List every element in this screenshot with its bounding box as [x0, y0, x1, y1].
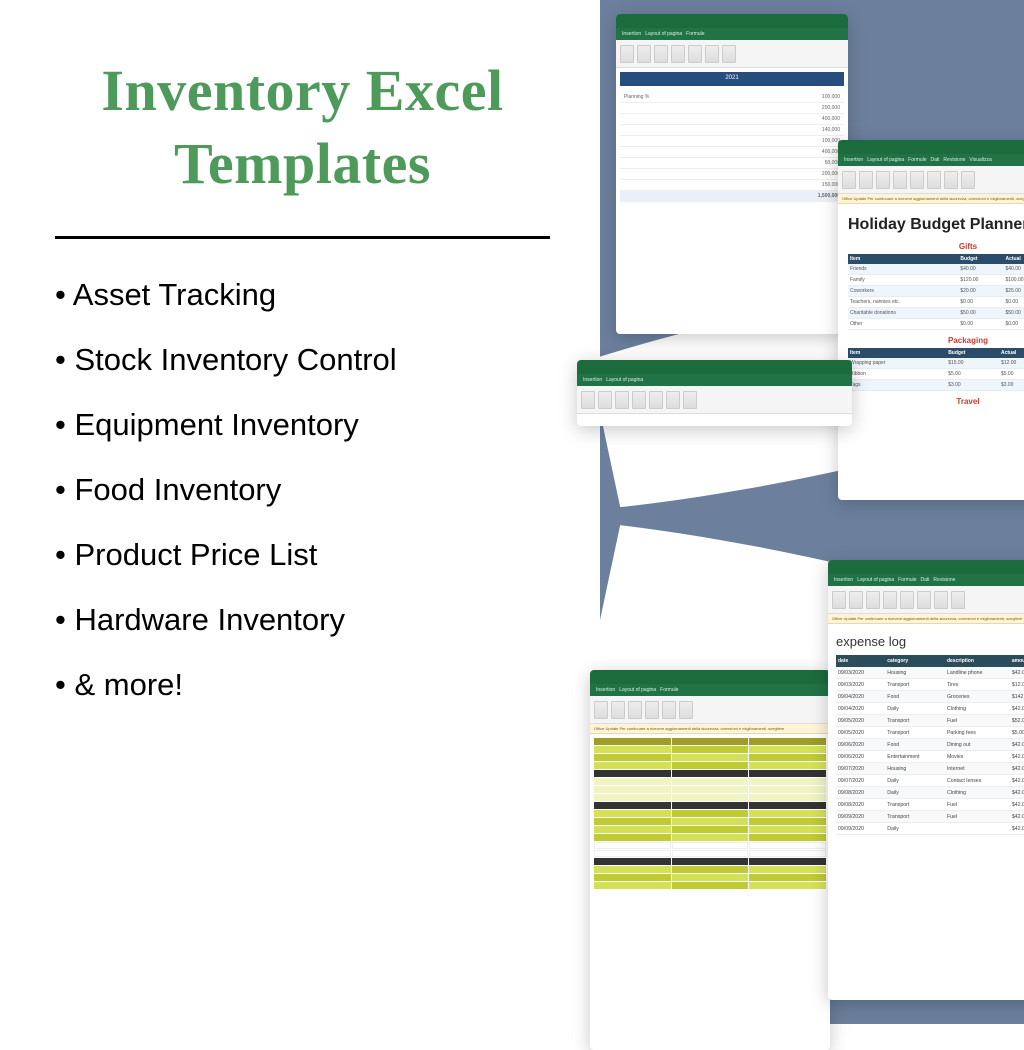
office-update-bar: Office Update Per continuare a ricevere …: [838, 194, 1024, 204]
text-panel: Inventory Excel Templates Asset Tracking…: [0, 0, 600, 1024]
page-title: Inventory Excel Templates: [55, 55, 550, 200]
packaging-label: Packaging: [848, 336, 1024, 345]
ribbon-tab: Layout of pagina: [606, 377, 643, 383]
ribbon-tab: Revisione: [943, 157, 965, 163]
office-update-bar: Office Update Per continuare a ricevere …: [590, 724, 830, 734]
excel-mock-holiday-budget: Insertion Layout of pagina Formule Dati …: [838, 140, 1024, 500]
ribbon-tab: Revisione: [933, 577, 955, 583]
holiday-budget-title: Holiday Budget Planner: [848, 216, 1024, 234]
ribbon-tab: Insertion: [622, 31, 641, 37]
feature-bullet-list: Asset Tracking Stock Inventory Control E…: [55, 279, 550, 700]
ribbon-tab: Visualizza: [969, 157, 991, 163]
packaging-table: ItemBudgetActualDiff Wrapping paper$15.0…: [848, 348, 1024, 391]
bullet-item: Product Price List: [55, 539, 550, 570]
bullet-item: Stock Inventory Control: [55, 344, 550, 375]
title-divider: [55, 236, 550, 239]
ribbon-tab: Layout of pagina: [857, 577, 894, 583]
ribbon-tab: Insertion: [596, 687, 615, 693]
ribbon-tab: Insertion: [844, 157, 863, 163]
win1-year: 2021: [620, 72, 844, 86]
bullet-item: Equipment Inventory: [55, 409, 550, 440]
ribbon-tab: Insertion: [834, 577, 853, 583]
ribbon-tab: Dati: [921, 577, 930, 583]
expense-log-title: expense log: [836, 634, 1024, 649]
ribbon-tab: Formule: [898, 577, 916, 583]
ribbon-tab: Formule: [686, 31, 704, 37]
ribbon-tab: Layout of pagina: [619, 687, 656, 693]
ribbon-tab: Formule: [660, 687, 678, 693]
ribbon-tab: Formule: [908, 157, 926, 163]
gifts-table: ItemBudgetActualDiff Friends$40.00$40.00…: [848, 254, 1024, 330]
ribbon-tab: Layout of pagina: [867, 157, 904, 163]
bullet-item: & more!: [55, 669, 550, 700]
ribbon-tab: Layout of pagina: [645, 31, 682, 37]
excel-mock-budget-spreadsheet: Insertion Layout of pagina Formule Offic…: [590, 670, 830, 1050]
title-line-2: Templates: [174, 131, 431, 196]
excel-mock-expense-log: Insertion Layout of pagina Formule Dati …: [828, 560, 1024, 1000]
travel-label: Travel: [848, 397, 1024, 406]
expense-log-table: datecategorydescriptionamountnotes 09/03…: [836, 655, 1024, 835]
ribbon-tab: Insertion: [583, 377, 602, 383]
ribbon-tab: Dati: [931, 157, 940, 163]
office-update-bar: Office Update Per continuare a ricevere …: [828, 614, 1024, 624]
bullet-item: Hardware Inventory: [55, 604, 550, 635]
excel-mock-window-1: Insertion Layout of pagina Formule 2021 …: [616, 14, 848, 334]
gifts-label: Gifts: [848, 242, 1024, 251]
title-line-1: Inventory Excel: [101, 58, 503, 123]
bullet-item: Asset Tracking: [55, 279, 550, 310]
bullet-item: Food Inventory: [55, 474, 550, 505]
excel-mock-ribbon-strip: Insertion Layout of pagina: [577, 360, 852, 426]
